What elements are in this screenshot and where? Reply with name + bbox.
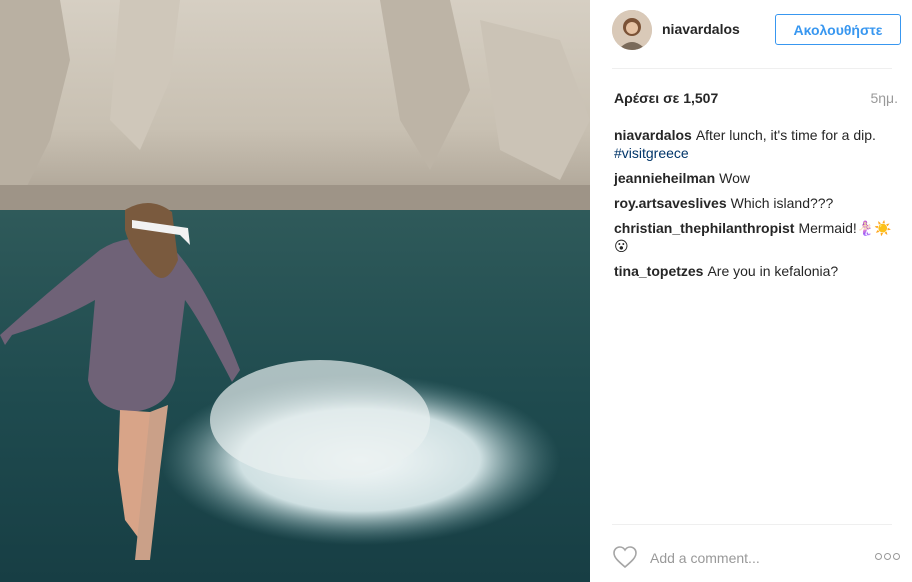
likes-count[interactable]: Αρέσει σε 1,507: [614, 90, 718, 106]
comment-text: Are you in kefalonia?: [707, 263, 839, 279]
post-photo[interactable]: [0, 0, 590, 582]
comment-caption: niavardalos After lunch, it's time for a …: [614, 126, 896, 162]
heart-icon[interactable]: [612, 545, 638, 569]
post-side-panel: niavardalos Ακολουθήστε Αρέσει σε 1,507 …: [590, 0, 912, 582]
comments-list: niavardalos After lunch, it's time for a …: [614, 126, 896, 287]
comment-input[interactable]: [648, 546, 842, 570]
comment-text: Wow: [719, 170, 751, 186]
comment-username[interactable]: roy.artsaveslives: [614, 195, 727, 211]
comment-text: After lunch, it's time for a dip.: [695, 127, 876, 143]
post-username[interactable]: niavardalos: [662, 21, 740, 37]
divider: [612, 68, 892, 69]
hashtag-link[interactable]: #visitgreece: [614, 145, 689, 161]
more-options-icon[interactable]: [875, 553, 901, 561]
follow-button[interactable]: Ακολουθήστε: [775, 14, 901, 45]
comment-username[interactable]: christian_thephilanthropist: [614, 220, 794, 236]
post-age[interactable]: 5ημ.: [870, 90, 898, 106]
list-item: roy.artsaveslives Which island???: [614, 194, 896, 212]
comment-username[interactable]: jeannieheilman: [614, 170, 715, 186]
avatar[interactable]: [612, 10, 652, 50]
list-item: tina_topetzes Are you in kefalonia?: [614, 262, 896, 280]
comment-username[interactable]: tina_topetzes: [614, 263, 703, 279]
post-header: niavardalos Ακολουθήστε: [612, 10, 901, 50]
list-item: jeannieheilman Wow: [614, 169, 896, 187]
divider: [612, 524, 892, 525]
list-item: christian_thephilanthropist Mermaid!🧜🏻‍♀️…: [614, 219, 896, 255]
comment-username[interactable]: niavardalos: [614, 127, 692, 143]
comment-text: Which island???: [730, 195, 834, 211]
